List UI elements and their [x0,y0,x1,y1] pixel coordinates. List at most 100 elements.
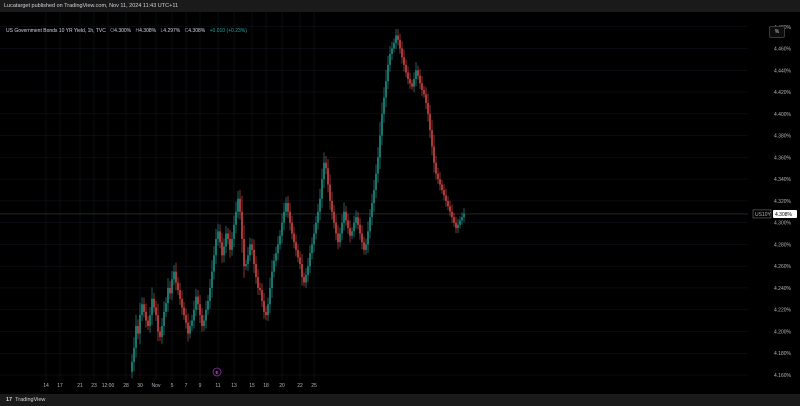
candle-body [211,271,213,288]
x-tick-label: 12:00 [102,383,115,389]
candle-body [145,311,147,321]
candle-body [461,217,463,221]
candle-body [437,173,439,180]
y-tick-label: 4.340% [774,177,792,183]
candlestick-chart[interactable]: 4.500%US10Y4.308% 4.520%4.500%4.480%4.46… [0,12,800,394]
chart-area[interactable]: 4.500%US10Y4.308% 4.520%4.500%4.480%4.46… [0,12,800,394]
candle-body [243,238,245,267]
candle-body [231,238,233,250]
tradingview-brand: TradingView [15,397,46,403]
candle-body [359,224,361,234]
candle-body [403,57,405,65]
candle-body [293,233,295,243]
candle-body [381,113,383,136]
candle-body [247,255,249,265]
candle-body [333,211,335,223]
y-tick-label: 4.420% [774,90,792,96]
candle-body [337,233,339,243]
candle-body [257,277,259,288]
change-value: +0.010 (+0.23%) [209,28,247,34]
candle-body [137,326,139,334]
x-tick-label: 7 [185,383,188,389]
candle-body [355,217,357,223]
tradingview-logo[interactable]: 17 TradingView [6,394,45,406]
y-tick-label: 4.320% [774,199,792,205]
candle-body [369,217,371,232]
x-tick-label: 22 [297,383,303,389]
candle-body [277,244,279,254]
candle-body [227,233,229,239]
y-tick-label: 4.280% [774,242,792,248]
close-value: 4.308% [188,28,206,34]
candle-body [391,48,393,54]
candle-body [171,279,173,294]
candle-body [425,94,427,103]
candle-body [335,222,337,234]
candle-body [201,315,203,327]
candle-body [447,200,449,207]
candle-body [141,304,143,316]
candle-body [453,217,455,223]
candle-body [253,249,255,265]
candle-body [389,53,391,65]
candle-body [363,242,365,250]
candle-body [261,290,263,302]
candle-body [399,39,401,49]
low-value: 4.297% [163,28,181,34]
candle-body [375,173,377,191]
candle-body [225,233,227,247]
candle-body [317,211,319,223]
candle-body [263,301,265,312]
candle-body [431,130,433,147]
candle-body [291,222,293,234]
candle-body [407,72,409,80]
y-tick-label: 4.240% [774,286,792,292]
candle-body [331,200,333,212]
candle-body [297,249,299,258]
x-tick-label: 21 [77,383,83,389]
candle-body [177,282,179,291]
candle-body [239,198,241,212]
candle-body [135,326,137,348]
candle-body [349,228,351,236]
candle-body [281,222,283,236]
candle-body [203,320,205,327]
candle-body [283,211,285,223]
y-tick-label: 4.300% [774,221,792,227]
candle-body [193,309,195,321]
candle-body [435,162,437,174]
currency-button[interactable]: % [769,26,785,38]
candle-body [187,322,189,334]
x-tick-label: 5 [171,383,174,389]
x-tick-label: 14 [43,383,49,389]
candle-body [413,79,415,87]
candle-body [463,213,465,218]
candle-body [405,64,407,73]
y-tick-label: 4.220% [774,308,792,314]
y-tick-label: 4.200% [774,329,792,335]
candle-body [233,224,235,239]
candle-body [459,220,461,225]
chart-legend: US Government Bonds 10 YR Yield, 1h, TVC… [6,28,247,35]
candle-body [457,224,459,229]
candle-body [357,217,359,225]
candle-body [365,244,367,250]
candle-body [265,311,267,316]
candle-body [235,211,237,225]
candle-body [183,307,185,316]
candle-body [341,222,343,234]
candle-body [133,347,135,362]
candle-body [299,257,301,265]
candle-body [219,231,221,243]
y-tick-label: 4.460% [774,47,792,53]
event-marker-label: E [215,370,218,375]
candle-body [159,331,161,337]
candle-body [191,320,193,327]
candle-body [285,203,287,212]
candle-body [329,184,331,201]
x-tick-label: 18 [263,383,269,389]
candle-body [307,266,309,275]
candle-body [367,231,369,245]
x-tick-label: 11 [215,383,220,389]
candle-body [173,271,175,280]
